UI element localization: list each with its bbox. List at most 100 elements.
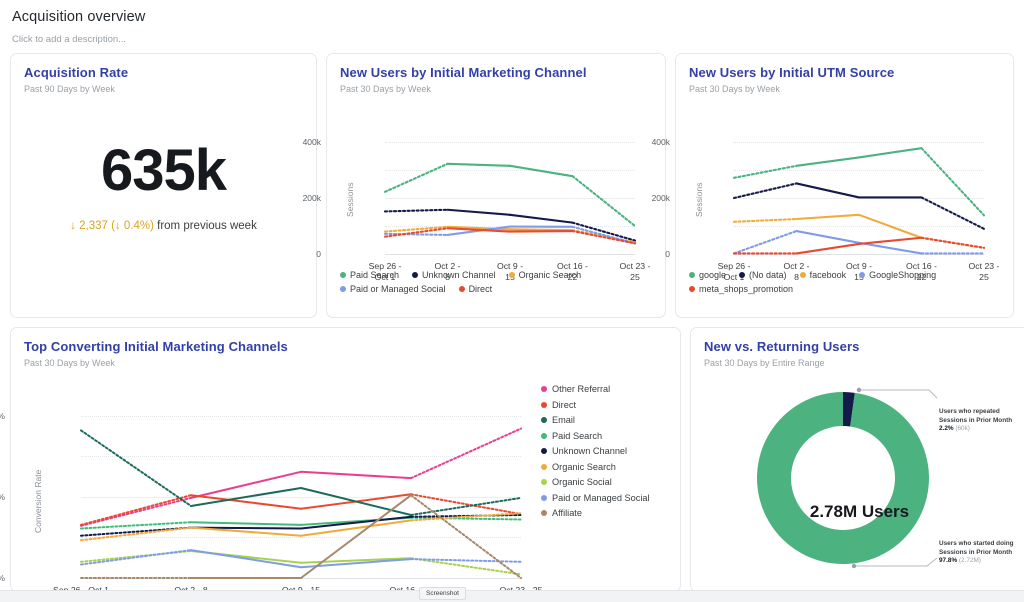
legend-item[interactable]: Unknown Channel xyxy=(541,446,650,456)
legend-item[interactable]: Direct xyxy=(459,284,493,294)
card-subtitle: Past 90 Days by Week xyxy=(24,84,303,94)
legend-color-dot xyxy=(541,417,547,423)
legend-label: Paid or Managed Social xyxy=(350,284,446,294)
series-line-4 xyxy=(797,244,860,254)
donut-area: 2.78M Users Users who repeated Sessions … xyxy=(691,368,1024,583)
legend-color-dot xyxy=(541,433,547,439)
series-line-1 xyxy=(448,210,511,215)
card-title[interactable]: Top Converting Initial Marketing Channel… xyxy=(24,340,667,355)
card-new-users-by-utm[interactable]: New Users by Initial UTM Source Past 30 … xyxy=(675,53,1014,318)
series-layer xyxy=(385,142,635,254)
legend-label: Paid or Managed Social xyxy=(552,493,650,503)
card-header: New Users by Initial UTM Source Past 30 … xyxy=(676,54,1013,94)
series-line-2 xyxy=(859,215,922,238)
series-line-2 xyxy=(797,215,860,219)
series-line-8 xyxy=(301,495,411,578)
card-header: New vs. Returning Users Past 30 Days by … xyxy=(691,328,1024,368)
legend-item[interactable]: (No data) xyxy=(739,270,787,280)
legend-color-dot xyxy=(541,464,547,470)
series-line-1 xyxy=(510,215,573,223)
legend-item[interactable]: Paid Search xyxy=(541,431,650,441)
series-line-0 xyxy=(385,164,448,192)
card-title[interactable]: Acquisition Rate xyxy=(24,66,303,81)
legend-label: (No data) xyxy=(749,270,787,280)
plot-area xyxy=(734,142,984,254)
series-line-4 xyxy=(859,238,922,244)
card-title[interactable]: New vs. Returning Users xyxy=(704,340,1015,355)
bottom-status-bar xyxy=(0,590,1024,602)
y-axis-tick-label: 400k xyxy=(277,137,321,147)
legend-label: Affiliate xyxy=(552,508,582,518)
series-line-1 xyxy=(922,197,985,228)
legend-item[interactable]: meta_shops_promotion xyxy=(689,284,793,294)
legend-item[interactable]: Affiliate xyxy=(541,508,650,518)
legend-color-dot xyxy=(541,386,547,392)
series-layer xyxy=(81,416,521,578)
legend-item[interactable]: Email xyxy=(541,415,650,425)
y-axis-tick-label: 0 xyxy=(626,249,670,259)
card-top-converting-channels[interactable]: Top Converting Initial Marketing Channel… xyxy=(10,327,681,592)
series-line-2 xyxy=(411,498,521,515)
legend-item[interactable]: Organic Search xyxy=(541,462,650,472)
card-subtitle: Past 30 Days by Week xyxy=(689,84,1000,94)
legend-label: Direct xyxy=(552,400,576,410)
legend-item[interactable]: google xyxy=(689,270,726,280)
card-acquisition-rate[interactable]: Acquisition Rate Past 90 Days by Week 63… xyxy=(10,53,317,318)
series-line-3 xyxy=(797,231,860,243)
card-header: New Users by Initial Marketing Channel P… xyxy=(327,54,665,94)
legend-item[interactable]: Paid Search xyxy=(340,270,399,280)
legend-label: Organic Search xyxy=(519,270,582,280)
legend-item[interactable]: Paid or Managed Social xyxy=(340,284,446,294)
legend-item[interactable]: Other Referral xyxy=(541,384,650,394)
series-line-2 xyxy=(81,430,191,506)
y-axis-tick-label: 200k xyxy=(626,193,670,203)
dashboard-row-1: Acquisition Rate Past 90 Days by Week 63… xyxy=(10,53,1014,318)
legend-label: meta_shops_promotion xyxy=(699,284,793,294)
series-line-4 xyxy=(922,238,985,248)
chart-legend-converting[interactable]: Other Referral Direct Email Paid Search Unkn… xyxy=(541,384,650,518)
page-header: Acquisition overview Click to add a desc… xyxy=(0,0,1024,45)
legend-label: Unknown Channel xyxy=(422,270,496,280)
page-description-placeholder[interactable]: Click to add a description... xyxy=(12,34,1012,45)
series-line-2 xyxy=(301,488,411,515)
callout-text: Users who started doing Sessions in Prio… xyxy=(939,540,1014,556)
chart-legend-channel[interactable]: Paid Search Unknown Channel Organic Search… xyxy=(340,270,655,294)
series-line-3 xyxy=(191,522,301,525)
dashboard-grid: Acquisition Rate Past 90 Days by Week 63… xyxy=(0,45,1024,592)
card-new-vs-returning[interactable]: New vs. Returning Users Past 30 Days by … xyxy=(690,327,1024,592)
card-new-users-by-channel[interactable]: New Users by Initial Marketing Channel P… xyxy=(326,53,666,318)
legend-label: Paid Search xyxy=(552,431,602,441)
donut-callout-repeated: Users who repeated Sessions in Prior Mon… xyxy=(939,408,1017,434)
screenshot-label[interactable]: Screenshot xyxy=(419,587,466,600)
legend-item[interactable]: GoogleShopping xyxy=(859,270,936,280)
legend-color-dot xyxy=(739,272,745,278)
y-axis-tick-label: 200k xyxy=(277,193,321,203)
series-line-1 xyxy=(411,494,521,514)
card-header: Top Converting Initial Marketing Channel… xyxy=(11,328,680,368)
page-title[interactable]: Acquisition overview xyxy=(12,9,1012,25)
legend-item[interactable]: Organic Social xyxy=(541,477,650,487)
callout-anchor-dot xyxy=(852,564,856,568)
series-line-0 xyxy=(448,164,511,166)
card-title[interactable]: New Users by Initial UTM Source xyxy=(689,66,1000,81)
series-line-3 xyxy=(859,243,922,254)
legend-color-dot xyxy=(541,479,547,485)
legend-label: Other Referral xyxy=(552,384,610,394)
kpi-delta-percent: (↓ 0.4%) xyxy=(111,220,154,232)
legend-color-dot xyxy=(541,448,547,454)
series-line-0 xyxy=(81,498,191,526)
y-axis-tick-label: 0% xyxy=(0,573,5,583)
card-title[interactable]: New Users by Initial Marketing Channel xyxy=(340,66,652,81)
series-line-0 xyxy=(191,472,301,498)
chart-legend-utm[interactable]: google (No data) facebook GoogleShopping met… xyxy=(689,270,1004,294)
donut-slice[interactable] xyxy=(757,392,929,564)
legend-label: Paid Search xyxy=(350,270,399,280)
callout-percent: 2.2% xyxy=(939,425,954,432)
y-axis-tick-label: 9% xyxy=(0,411,5,421)
legend-item[interactable]: Direct xyxy=(541,400,650,410)
legend-item[interactable]: facebook xyxy=(800,270,847,280)
legend-item[interactable]: Paid or Managed Social xyxy=(541,493,650,503)
legend-item[interactable]: Unknown Channel xyxy=(412,270,496,280)
legend-item[interactable]: Organic Search xyxy=(509,270,582,280)
callout-percent: 97.8% xyxy=(939,557,957,564)
